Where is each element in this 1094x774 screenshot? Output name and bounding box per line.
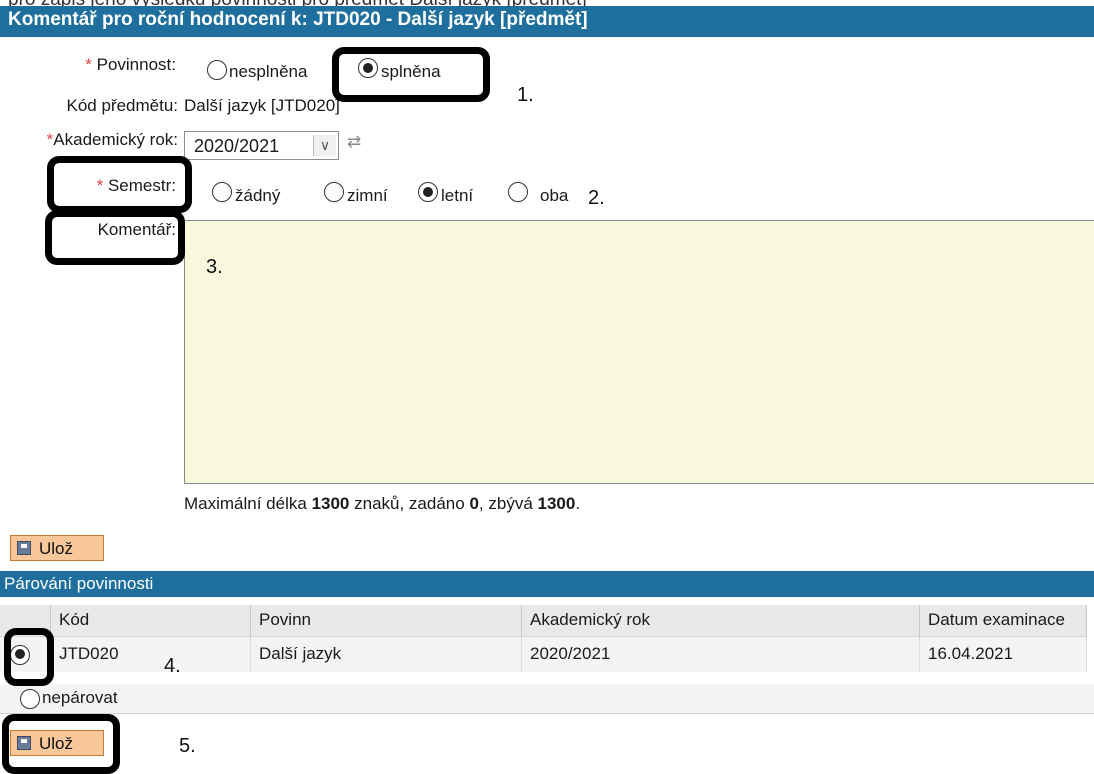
semestr-zadny-label[interactable]: žádný xyxy=(235,186,280,206)
semestr-zimni-label[interactable]: zimní xyxy=(347,186,388,206)
swap-arrows-icon[interactable]: ⇄ xyxy=(347,132,361,152)
annotation-box-1 xyxy=(332,47,490,102)
semestr-letni-radio[interactable] xyxy=(418,182,438,202)
unpair-label[interactable]: nepárovat xyxy=(42,688,118,708)
row-kod: JTD020 xyxy=(50,635,251,672)
annotation-box-3 xyxy=(45,210,185,265)
annotation-number-5: 5. xyxy=(179,735,196,757)
kod-predmetu-value: Další jazyk [JTD020] xyxy=(184,96,340,115)
entered-count: 0 xyxy=(469,494,479,513)
semestr-zimni-radio[interactable] xyxy=(324,182,344,202)
max-length-info: Maximální délka 1300 znaků, zadáno 0, zb… xyxy=(184,494,581,513)
annotation-box-5 xyxy=(2,714,120,774)
annotation-box-2 xyxy=(47,156,192,213)
povinnost-label: * Povinnost: xyxy=(85,55,176,74)
row-datum: 16.04.2021 xyxy=(919,635,1087,672)
akademicky-rok-select[interactable]: 2020/2021 ∨ xyxy=(184,131,339,160)
unpair-radio[interactable] xyxy=(20,689,40,709)
pairing-section-header: Párování povinnosti xyxy=(0,571,1094,597)
save-button[interactable]: Ulož xyxy=(10,535,104,561)
chevron-down-icon[interactable]: ∨ xyxy=(313,135,336,156)
annotation-number-2: 2. xyxy=(588,187,605,209)
unpair-row[interactable]: nepárovat xyxy=(0,684,1094,714)
column-header-datum: Datum examinace xyxy=(919,605,1087,636)
form-title-bar: Komentář pro roční hodnocení k: JTD020 -… xyxy=(0,6,1094,37)
pairing-section-title: Párování povinnosti xyxy=(4,574,154,593)
column-header-povinn: Povinn xyxy=(250,605,522,636)
semestr-oba-radio[interactable] xyxy=(508,182,528,202)
table-row[interactable]: JTD020 Další jazyk 2020/2021 16.04.2021 xyxy=(0,635,1087,672)
annotation-number-4: 4. xyxy=(164,655,181,677)
kod-predmetu-label: Kód předmětu: xyxy=(66,96,178,115)
column-header-akademicky-rok: Akademický rok xyxy=(521,605,920,636)
semestr-zadny-radio[interactable] xyxy=(212,182,232,202)
povinnost-nesplnena-label[interactable]: nesplněna xyxy=(229,62,307,82)
komentar-textarea[interactable] xyxy=(184,220,1094,484)
row-akademicky-rok: 2020/2021 xyxy=(521,635,920,672)
povinnost-nesplnena-radio[interactable] xyxy=(207,60,227,80)
semestr-letni-label[interactable]: letní xyxy=(441,186,473,206)
table-header-row: Kód Povinn Akademický rok Datum examinac… xyxy=(0,605,1087,636)
semestr-oba-label[interactable]: oba xyxy=(540,186,568,206)
floppy-disk-icon xyxy=(17,541,31,555)
form-title: Komentář pro roční hodnocení k: JTD020 -… xyxy=(8,9,588,30)
akademicky-rok-value: 2020/2021 xyxy=(194,136,280,156)
max-length-value: 1300 xyxy=(311,494,350,513)
annotation-box-4 xyxy=(4,628,54,686)
akademicky-rok-label: *Akademický rok: xyxy=(46,130,178,149)
remaining-count: 1300 xyxy=(537,494,576,513)
annotation-number-1: 1. xyxy=(517,84,534,106)
row-povinnost: Další jazyk xyxy=(250,635,522,672)
annotation-number-3: 3. xyxy=(206,256,223,278)
column-header-kod: Kód xyxy=(50,605,251,636)
